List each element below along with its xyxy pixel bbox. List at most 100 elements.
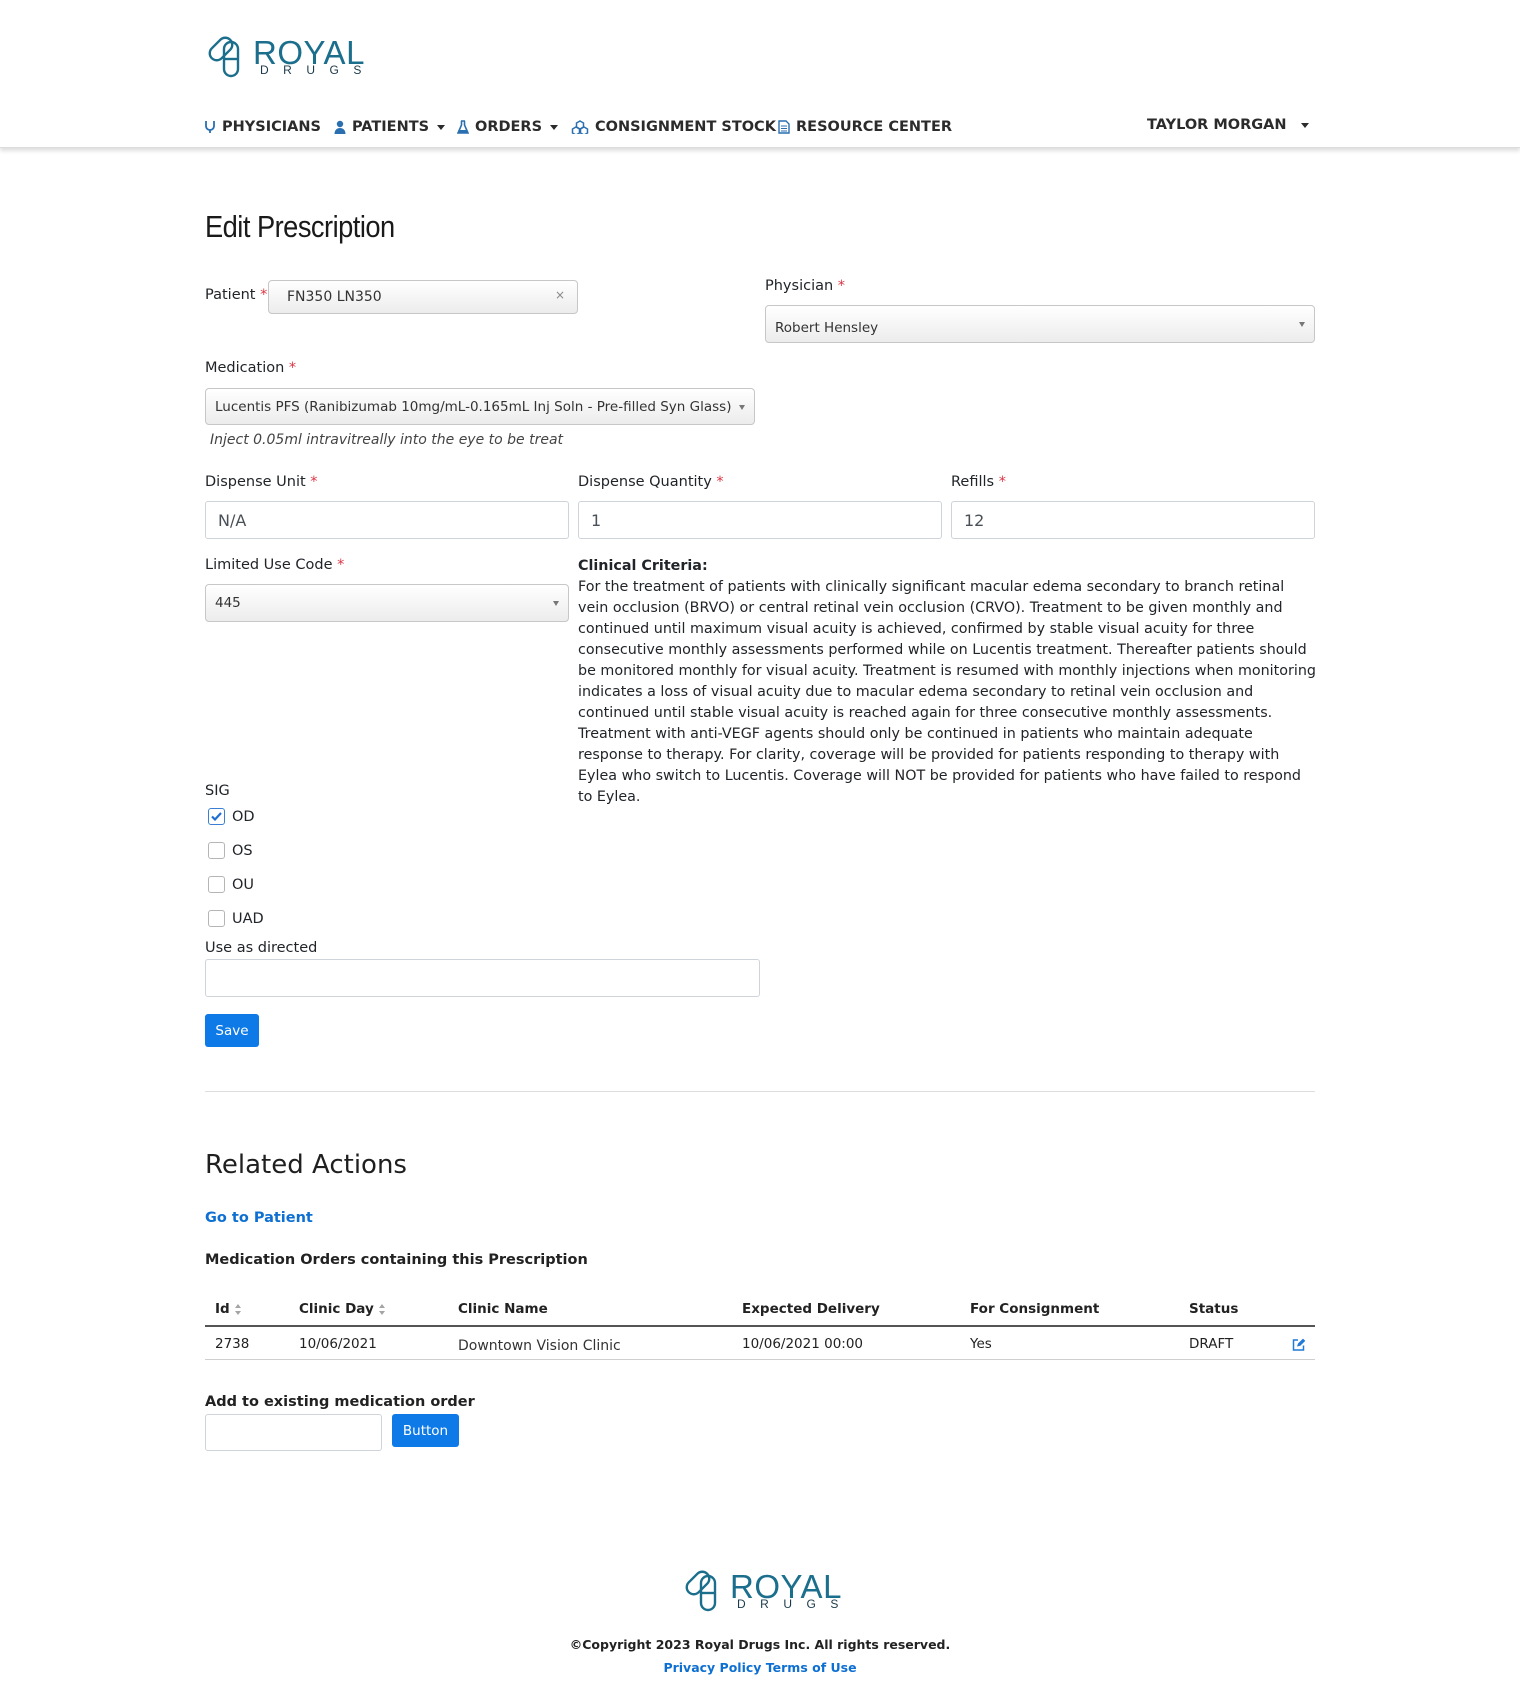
sig-option-ou[interactable]: OU	[208, 876, 254, 893]
required-mark: *	[310, 474, 318, 490]
section-divider	[205, 1091, 1315, 1092]
stethoscope-icon	[205, 121, 215, 133]
cell-id: 2738	[215, 1336, 250, 1352]
col-header-label: Expected Delivery	[742, 1301, 880, 1317]
brand-name-bottom: DRUGS	[260, 63, 376, 77]
sig-option-os[interactable]: OS	[208, 842, 253, 859]
sig-option-label: OS	[232, 842, 253, 859]
chevron-down-icon	[553, 601, 559, 606]
brand-name-bottom: DRUGS	[737, 1597, 853, 1611]
dispense-quantity-input[interactable]: 1	[578, 501, 942, 539]
orders-heading: Medication Orders containing this Prescr…	[205, 1252, 588, 1268]
pill-logo-icon	[685, 1570, 717, 1612]
patient-select[interactable]: FN350 LN350 ×	[268, 280, 578, 314]
cell-clinic-day: 10/06/2021	[299, 1336, 377, 1352]
required-mark: *	[998, 474, 1006, 490]
col-header-label: Id	[215, 1301, 230, 1317]
dispense-unit-value: N/A	[218, 510, 247, 530]
col-header-for-consignment: For Consignment	[970, 1301, 1099, 1317]
dispense-quantity-label: Dispense Quantity *	[578, 474, 724, 490]
page-title: Edit Prescription	[205, 209, 395, 244]
medication-label: Medication *	[205, 360, 297, 376]
checkbox-unchecked[interactable]	[208, 876, 225, 893]
medication-help-text: Inject 0.05ml intravitreally into the ey…	[210, 432, 564, 448]
sig-option-uad[interactable]: UAD	[208, 910, 264, 927]
footer-logo[interactable]: ROYAL DRUGS	[683, 1564, 843, 1612]
required-mark: *	[260, 287, 268, 303]
add-to-order-input[interactable]	[205, 1414, 382, 1451]
pill-logo-icon	[208, 36, 240, 78]
limited-use-code-value: 445	[215, 595, 241, 611]
cell-status: DRAFT	[1189, 1336, 1234, 1352]
col-header-label: Clinic Day	[299, 1301, 374, 1317]
required-mark: *	[288, 360, 297, 376]
clear-icon[interactable]: ×	[555, 288, 565, 302]
terms-of-use-link[interactable]: Terms of Use	[766, 1660, 857, 1675]
privacy-policy-link[interactable]: Privacy Policy	[663, 1660, 761, 1675]
brand-logo[interactable]: ROYAL DRUGS	[206, 30, 366, 78]
nav-patients[interactable]: PATIENTS	[334, 119, 446, 135]
sig-option-od[interactable]: OD	[208, 808, 255, 825]
nav-physicians[interactable]: PHYSICIANS	[204, 119, 321, 135]
nav-orders-label: ORDERS	[475, 119, 543, 135]
cell-for-consignment: Yes	[970, 1336, 992, 1352]
dispense-unit-label: Dispense Unit *	[205, 474, 318, 490]
col-header-clinic-day[interactable]: Clinic Day	[299, 1301, 386, 1317]
chevron-down-icon	[550, 124, 559, 130]
clinical-criteria-title: Clinical Criteria:	[578, 558, 708, 574]
add-to-order-button[interactable]: Button	[392, 1414, 459, 1447]
use-as-directed-input[interactable]	[205, 959, 760, 997]
chevron-down-icon	[739, 404, 745, 410]
refills-input[interactable]: 12	[951, 501, 1315, 539]
nav-orders[interactable]: ORDERS	[457, 119, 559, 135]
chevron-down-icon	[1299, 322, 1305, 327]
col-header-expected-delivery: Expected Delivery	[742, 1301, 880, 1317]
limited-use-code-select[interactable]: 445	[205, 584, 569, 622]
patient-value: FN350 LN350	[287, 289, 382, 305]
sort-icon	[234, 1303, 242, 1315]
edit-icon[interactable]	[1292, 1338, 1306, 1351]
go-to-patient-link[interactable]: Go to Patient	[205, 1210, 313, 1226]
col-header-clinic-name: Clinic Name	[458, 1301, 548, 1317]
sort-icon	[378, 1303, 386, 1315]
dispense-unit-input[interactable]: N/A	[205, 501, 569, 539]
col-header-label: Status	[1189, 1301, 1239, 1317]
sig-option-label: OU	[232, 876, 255, 893]
sig-option-label: UAD	[232, 910, 264, 927]
sig-option-label: OD	[232, 808, 255, 825]
nav-patients-label: PATIENTS	[352, 119, 430, 135]
medication-select[interactable]: Lucentis PFS (Ranibizumab 10mg/mL-0.165m…	[205, 388, 755, 425]
user-menu[interactable]: TAYLOR MORGAN	[1147, 117, 1309, 133]
use-as-directed-label: Use as directed	[205, 940, 318, 956]
required-mark: *	[837, 278, 846, 294]
user-icon	[334, 120, 346, 134]
footer-copyright: ©Copyright 2023 Royal Drugs Inc. All rig…	[569, 1637, 951, 1652]
medication-value: Lucentis PFS (Ranibizumab 10mg/mL-0.165m…	[215, 398, 732, 415]
refills-label: Refills *	[951, 474, 1006, 490]
user-name: TAYLOR MORGAN	[1147, 117, 1287, 133]
cell-expected-delivery: 10/06/2021 00:00	[742, 1336, 864, 1352]
flask-icon	[457, 120, 469, 134]
clinical-criteria: Clinical Criteria: For the treatment of …	[578, 556, 1318, 808]
col-header-id[interactable]: Id	[215, 1301, 242, 1317]
required-mark: *	[716, 474, 724, 490]
check-icon	[211, 812, 222, 821]
nav-consignment-stock[interactable]: CONSIGNMENT STOCK	[571, 119, 776, 135]
footer-links: Privacy Policy Terms of Use	[0, 1660, 1520, 1675]
cubes-icon	[571, 120, 589, 134]
nav-resource-center[interactable]: RESOURCE CENTER	[778, 119, 952, 135]
cell-clinic-name: Downtown Vision Clinic	[458, 1338, 621, 1354]
checkbox-unchecked[interactable]	[208, 842, 225, 859]
physician-label: Physician *	[765, 278, 846, 294]
physician-select[interactable]: Robert Hensley	[765, 305, 1315, 343]
checkbox-checked[interactable]	[208, 808, 225, 825]
dispense-quantity-value: 1	[591, 510, 602, 530]
limited-use-code-label: Limited Use Code *	[205, 557, 345, 573]
table-row-border	[205, 1359, 1315, 1360]
nav-physicians-label: PHYSICIANS	[222, 119, 321, 135]
col-header-status: Status	[1189, 1301, 1238, 1317]
chevron-down-icon	[437, 124, 446, 130]
checkbox-unchecked[interactable]	[208, 910, 225, 927]
document-icon	[778, 120, 790, 134]
save-button[interactable]: Save	[205, 1014, 259, 1047]
